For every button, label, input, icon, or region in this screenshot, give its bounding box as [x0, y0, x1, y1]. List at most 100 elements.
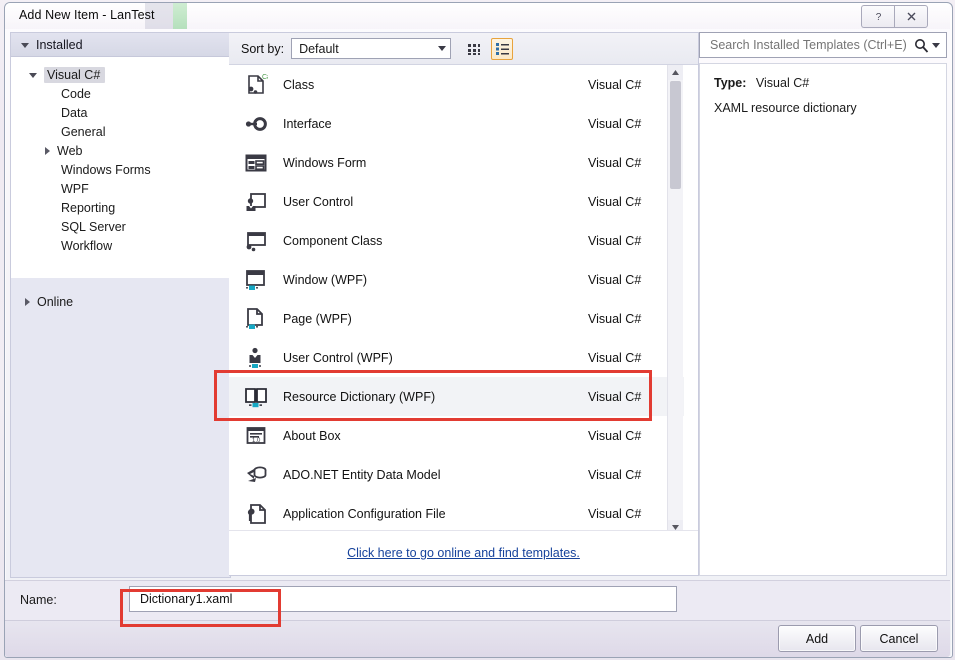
details-type-label: Type:: [714, 76, 747, 90]
template-row-resource-dictionary-wpf[interactable]: Resource Dictionary (WPF) Visual C#: [229, 377, 684, 416]
tree-item-code-label: Code: [61, 86, 91, 101]
tree-item-sql-server-label: SQL Server: [61, 219, 126, 234]
name-label: Name:: [20, 593, 57, 607]
tree-item-online-label: Online: [37, 295, 74, 309]
tree-item-web[interactable]: Web: [11, 141, 230, 160]
tree-item-workflow[interactable]: Workflow: [11, 236, 230, 255]
template-row-page-wpf[interactable]: Page (WPF) Visual C#: [229, 299, 684, 338]
template-name: ADO.NET Entity Data Model: [283, 467, 441, 482]
tree-item-data[interactable]: Data: [11, 103, 230, 122]
name-bar: Name:: [5, 580, 950, 621]
online-templates-link[interactable]: Click here to go online and find templat…: [347, 546, 580, 560]
sort-by-select[interactable]: Default: [291, 38, 452, 59]
installed-header[interactable]: Installed: [11, 33, 230, 57]
tree-item-general-label: General: [61, 124, 106, 139]
chevron-down-icon[interactable]: [932, 42, 940, 48]
template-details: Type: Visual C# XAML resource dictionary: [699, 63, 947, 576]
category-tree: Visual C# Code Data General Web Windows …: [11, 57, 230, 278]
sort-toolbar: Sort by: Default: [229, 33, 698, 65]
details-type-row: Type: Visual C#: [714, 76, 934, 90]
medium-icons-view-button[interactable]: [463, 38, 485, 60]
templates-list[interactable]: C# Class Visual C# Interfa: [229, 65, 684, 535]
svg-text:1.0: 1.0: [252, 438, 261, 444]
tree-item-reporting[interactable]: Reporting: [11, 198, 230, 217]
template-name: Page (WPF): [283, 311, 352, 326]
xaml-badge: [246, 285, 258, 290]
template-row-windows-form[interactable]: Windows Form Visual C#: [229, 143, 684, 182]
templates-pane: Sort by: Default C Class Visual C# Inter…: [229, 32, 699, 576]
search-box[interactable]: [699, 32, 947, 58]
tree-item-web-label: Web: [57, 143, 83, 158]
svg-text:C#: C#: [262, 74, 268, 81]
tree-item-wpf-label: WPF: [61, 181, 89, 196]
details-pane: Type: Visual C# XAML resource dictionary: [699, 32, 947, 576]
component-class-icon: [243, 228, 269, 254]
template-name: Resource Dictionary (WPF): [283, 389, 436, 404]
svg-text:?: ?: [875, 12, 881, 22]
help-button[interactable]: ?: [861, 5, 894, 28]
interface-icon: [243, 111, 269, 137]
search-input[interactable]: [708, 37, 914, 53]
close-icon: [907, 12, 915, 21]
page-wpf-icon: [243, 306, 269, 332]
tree-item-online[interactable]: Online: [11, 291, 230, 313]
template-row-user-control[interactable]: User Control Visual C#: [229, 182, 684, 221]
template-row-class[interactable]: C# Class Visual C#: [229, 65, 684, 104]
template-name: Windows Form: [283, 155, 367, 170]
tree-item-sql-server[interactable]: SQL Server: [11, 217, 230, 236]
search-icon[interactable]: [914, 38, 940, 53]
close-button[interactable]: [894, 5, 928, 28]
name-input[interactable]: [129, 586, 677, 612]
add-new-item-dialog: Add New Item - LanTest ? Installed Visua…: [0, 0, 955, 660]
details-description: XAML resource dictionary: [714, 101, 857, 115]
tree-item-windows-forms[interactable]: Windows Forms: [11, 160, 230, 179]
dialog-footer: Add Cancel: [5, 620, 950, 657]
list-view-button[interactable]: [491, 37, 514, 60]
template-row-about-box[interactable]: 1.0 About Box Visual C#: [229, 416, 684, 455]
title-bar: Add New Item - LanTest ?: [5, 3, 950, 29]
app-config-icon: [243, 501, 269, 527]
tree-item-code[interactable]: Code: [11, 84, 230, 103]
template-row-application-configuration-file[interactable]: Application Configuration File Visual C#: [229, 494, 684, 533]
chevron-down-icon: [21, 43, 29, 48]
template-row-ado-net-entity-data-model[interactable]: ADO.NET Entity Data Model Visual C#: [229, 455, 684, 494]
cancel-button[interactable]: Cancel: [860, 625, 938, 652]
scrollbar-thumb[interactable]: [670, 81, 681, 189]
tree-item-reporting-label: Reporting: [61, 200, 116, 215]
tree-item-workflow-label: Workflow: [61, 238, 113, 253]
chevron-down-icon: [438, 46, 447, 51]
class-icon: C#: [243, 72, 269, 98]
window-wpf-icon: [243, 267, 269, 293]
template-row-interface[interactable]: Interface Visual C#: [229, 104, 684, 143]
template-name: Interface: [283, 116, 332, 131]
template-name: About Box: [283, 428, 341, 443]
tree-item-general[interactable]: General: [11, 122, 230, 141]
add-button[interactable]: Add: [778, 625, 856, 652]
tree-item-data-label: Data: [61, 105, 88, 120]
template-name: User Control: [283, 194, 354, 209]
scroll-up-button[interactable]: [668, 65, 683, 80]
template-row-window-wpf[interactable]: Window (WPF) Visual C#: [229, 260, 684, 299]
about-box-icon: 1.0: [243, 423, 269, 449]
sort-by-label: Sort by:: [241, 41, 285, 56]
online-templates-bar: Click here to go online and find templat…: [229, 530, 698, 575]
user-control-icon: [243, 189, 269, 215]
details-type-value: Visual C#: [755, 76, 810, 90]
template-name: User Control (WPF): [283, 350, 393, 365]
user-control-wpf-icon: [243, 345, 269, 371]
template-row-user-control-wpf[interactable]: User Control (WPF) Visual C#: [229, 338, 684, 377]
windows-form-icon: [243, 150, 269, 176]
template-name: Class: [283, 77, 315, 92]
templates-scrollbar[interactable]: [667, 65, 683, 535]
question-mark-icon: ?: [875, 12, 881, 22]
sort-by-value: Default: [299, 41, 339, 56]
template-row-component-class[interactable]: Component Class Visual C#: [229, 221, 684, 260]
template-name: Component Class: [283, 233, 383, 248]
tree-item-visual-csharp-label: Visual C#: [44, 66, 106, 83]
chevron-right-icon: [25, 298, 30, 306]
installed-categories-pane: Installed Visual C# Code Data General We…: [10, 32, 231, 578]
template-name: Window (WPF): [283, 272, 368, 287]
tree-item-wpf[interactable]: WPF: [11, 179, 230, 198]
tree-item-visual-csharp[interactable]: Visual C#: [11, 65, 230, 84]
tree-item-windows-forms-label: Windows Forms: [61, 162, 151, 177]
